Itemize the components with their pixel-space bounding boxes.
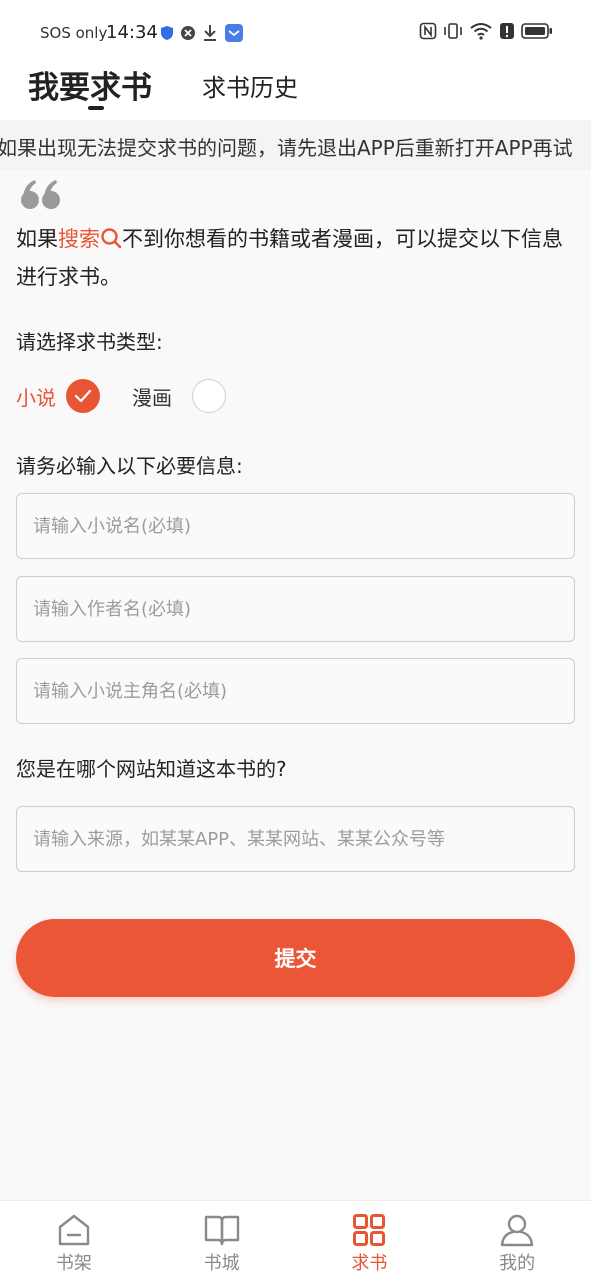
radio-comic[interactable]: 漫画: [132, 379, 226, 413]
search-link[interactable]: 搜索: [58, 227, 100, 251]
type-radio-group: 小说 漫画: [16, 377, 226, 415]
radio-novel[interactable]: 小说: [16, 379, 100, 413]
radio-unchecked[interactable]: [192, 379, 226, 413]
nav-bookshelf[interactable]: 书架: [0, 1201, 148, 1280]
vibrate-icon: [444, 23, 462, 39]
status-bar: SOS only 14:34: [0, 0, 591, 62]
novel-name-input[interactable]: [16, 493, 575, 559]
quote-icon: [21, 180, 60, 209]
author-name-input[interactable]: [16, 576, 575, 642]
alert-icon: [500, 23, 514, 39]
nav-bookstore-label: 书城: [203, 1253, 240, 1274]
nav-mine-label: 我的: [499, 1253, 536, 1274]
source-input[interactable]: [16, 806, 575, 872]
battery-icon: [521, 23, 552, 39]
nav-bookstore[interactable]: 书城: [148, 1201, 296, 1280]
person-icon: [500, 1214, 534, 1247]
book-icon: [204, 1215, 239, 1246]
wifi-icon: [470, 23, 492, 40]
header-tabs: 我要求书 求书历史: [0, 62, 591, 120]
submit-button[interactable]: 提交: [16, 919, 575, 997]
search-icon[interactable]: [100, 227, 122, 249]
carrier-text: SOS only: [40, 24, 108, 42]
required-label: 请务必输入以下必要信息:: [16, 454, 243, 478]
source-label: 您是在哪个网站知道这本书的?: [16, 757, 287, 781]
app-icon: [225, 24, 243, 42]
nav-request-book-label: 求书: [351, 1253, 388, 1274]
radio-novel-label[interactable]: 小说: [16, 382, 56, 411]
nav-mine[interactable]: 我的: [443, 1201, 591, 1280]
radio-comic-label[interactable]: 漫画: [132, 382, 172, 411]
tab-indicator: [88, 106, 104, 110]
nfc-icon: [419, 22, 437, 40]
status-right-icons: [419, 22, 553, 40]
home-icon: [58, 1214, 90, 1246]
nav-bookshelf-label: 书架: [55, 1253, 92, 1274]
type-label: 请选择求书类型:: [16, 330, 163, 354]
intro-text: 如果搜索 不到你想看的书籍或者漫画，可以提交以下信息进行求书。: [16, 220, 576, 296]
block-icon: [181, 26, 195, 40]
check-icon: [74, 389, 92, 403]
shield-icon: [161, 26, 173, 40]
notice-marquee: 如果出现无法提交求书的问题，请先退出APP后重新打开APP再试: [0, 120, 591, 170]
radio-checked[interactable]: [66, 379, 100, 413]
tab-request-history[interactable]: 求书历史: [202, 68, 298, 103]
notice-text: 如果出现无法提交求书的问题，请先退出APP后重新打开APP再试: [0, 136, 573, 160]
tab-request-book[interactable]: 我要求书: [28, 62, 152, 107]
nav-request-book[interactable]: 求书: [296, 1201, 444, 1280]
status-left-icons: [160, 23, 244, 43]
intro-before: 如果: [16, 227, 58, 251]
clock: 14:34: [106, 22, 158, 43]
bottom-nav: 书架 书城 求书 我的: [0, 1200, 591, 1280]
grid-icon: [353, 1214, 386, 1246]
download-icon: [204, 25, 216, 41]
protagonist-name-input[interactable]: [16, 658, 575, 724]
